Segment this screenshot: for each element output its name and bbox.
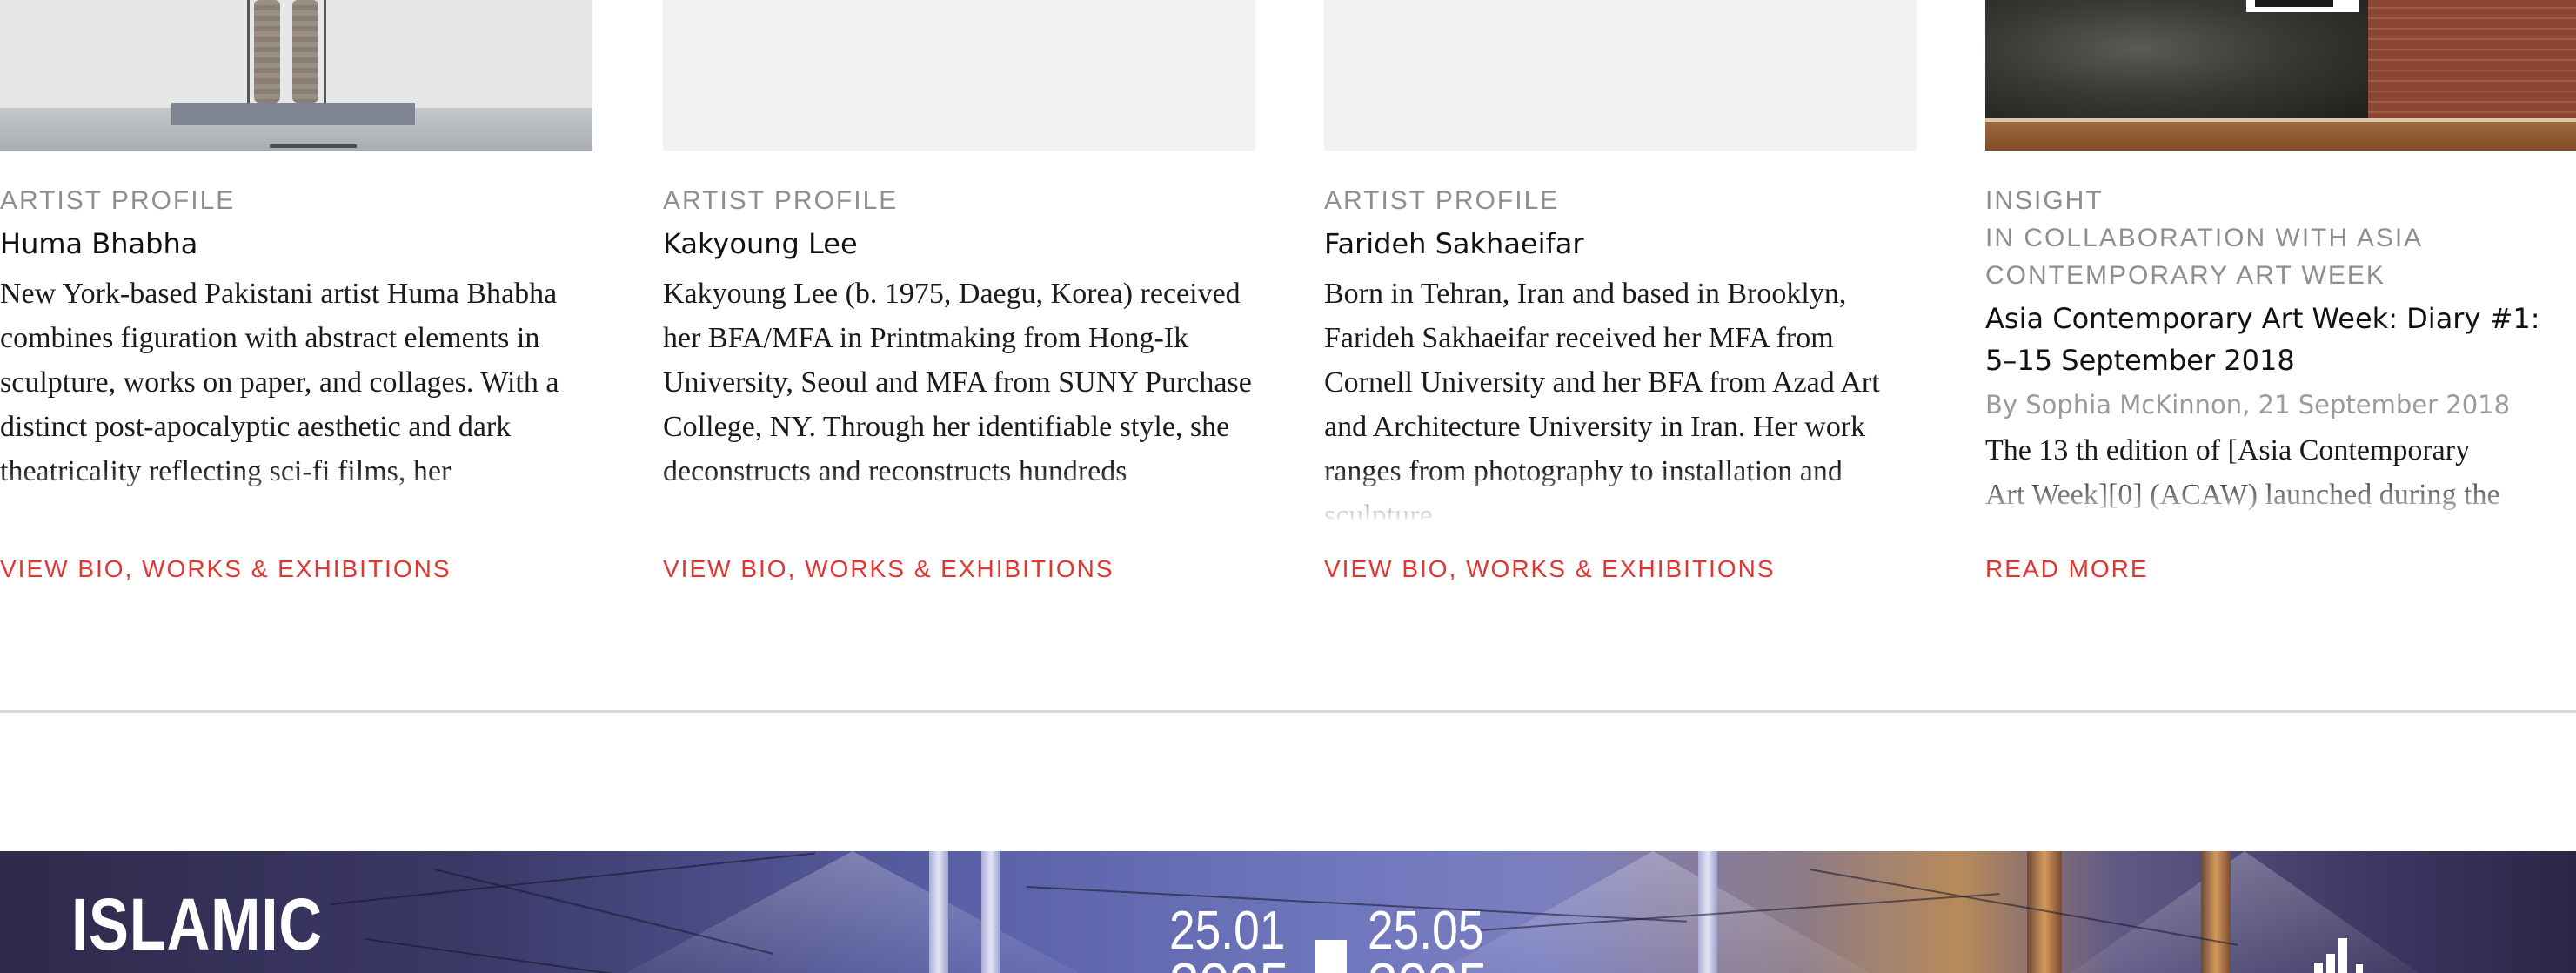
card-image-gallery-room[interactable] xyxy=(1985,0,2576,151)
banner-end-year: 2025 xyxy=(1368,952,1488,973)
card-excerpt-container: Kakyoung Lee (b. 1975, Daegu, Korea) rec… xyxy=(663,272,1255,520)
card-excerpt-line-2: Art Week][0] (ACAW) launched during the xyxy=(1985,479,2500,511)
card-category-label: INSIGHT xyxy=(1985,186,2104,215)
card-image-placeholder[interactable] xyxy=(663,0,1255,151)
card-title[interactable]: Huma Bhabha xyxy=(0,223,592,265)
read-more-link[interactable]: READ MORE xyxy=(1985,555,2149,583)
card-excerpt-line-1: The 13 th edition of [Asia Contemporary xyxy=(1985,434,2471,466)
insight-card-acaw-diary: INSIGHT IN COLLABORATION WITH ASIA CONTE… xyxy=(1985,0,2576,582)
banner-title: ISLAMIC xyxy=(71,883,323,965)
exhibition-banner[interactable]: ISLAMIC 25.01 25.05 2025 2025 xyxy=(0,851,2576,973)
view-bio-link[interactable]: VIEW BIO, WORKS & EXHIBITIONS xyxy=(663,555,1114,583)
artist-card-huma-bhabha: ARTIST PROFILE Huma Bhabha New York-base… xyxy=(0,0,592,582)
card-title[interactable]: Kakyoung Lee xyxy=(663,223,1255,265)
card-excerpt-container: New York-based Pakistani artist Huma Bha… xyxy=(0,272,592,520)
banner-date-separator xyxy=(1315,940,1347,973)
banner-start-year: 2025 xyxy=(1169,952,1289,973)
card-image-sculpture[interactable] xyxy=(0,0,592,151)
card-excerpt: New York-based Pakistani artist Huma Bha… xyxy=(0,278,559,487)
card-byline: By Sophia McKinnon, 21 September 2018 xyxy=(1985,390,2511,419)
card-excerpt: Born in Tehran, Iran and based in Brookl… xyxy=(1324,278,1880,520)
card-excerpt-container: Born in Tehran, Iran and based in Brookl… xyxy=(1324,272,1917,520)
card-category-label: ARTIST PROFILE xyxy=(1324,186,1560,215)
card-category-label: ARTIST PROFILE xyxy=(663,186,899,215)
card-category-label: ARTIST PROFILE xyxy=(0,186,236,215)
card-excerpt: Kakyoung Lee (b. 1975, Daegu, Korea) rec… xyxy=(663,278,1252,487)
artist-card-kakyoung-lee: ARTIST PROFILE Kakyoung Lee Kakyoung Lee… xyxy=(663,0,1255,582)
banner-logo-icon xyxy=(2314,938,2366,973)
card-title[interactable]: Farideh Sakhaeifar xyxy=(1324,223,1917,265)
card-excerpt-container: The 13 th edition of [Asia Contemporary … xyxy=(1985,428,2576,524)
card-title[interactable]: Asia Contemporary Art Week: Diary #1: 5–… xyxy=(1985,298,2576,381)
card-collaboration-label: IN COLLABORATION WITH ASIA CONTEMPORARY … xyxy=(1985,224,2422,290)
card-image-placeholder[interactable] xyxy=(1324,0,1917,151)
view-bio-link[interactable]: VIEW BIO, WORKS & EXHIBITIONS xyxy=(1324,555,1776,583)
section-divider xyxy=(0,710,2576,713)
view-bio-link[interactable]: VIEW BIO, WORKS & EXHIBITIONS xyxy=(0,555,452,583)
artist-card-farideh-sakhaeifar: ARTIST PROFILE Farideh Sakhaeifar Born i… xyxy=(1324,0,1917,582)
